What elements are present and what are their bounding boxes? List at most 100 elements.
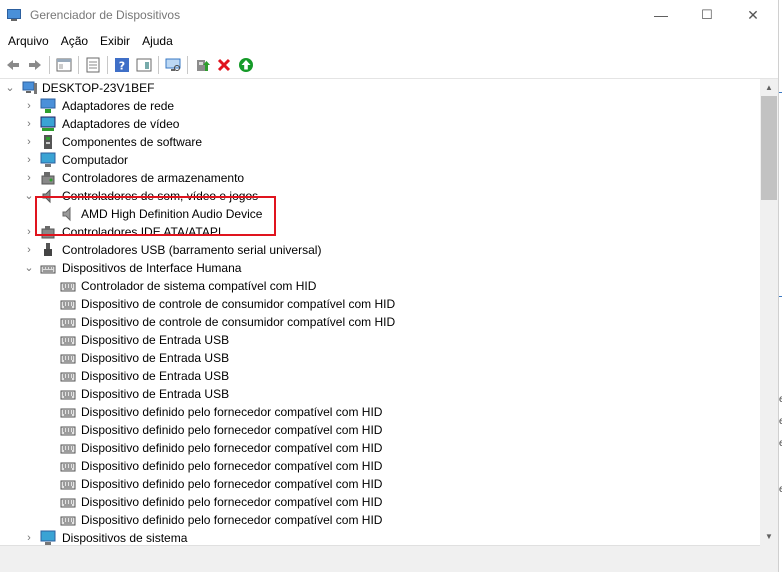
scan-hardware-icon[interactable]	[162, 54, 184, 76]
tree-device[interactable]: Dispositivo definido pelo fornecedor com…	[0, 439, 760, 457]
keyboard-icon	[60, 498, 76, 508]
forward-icon[interactable]	[24, 54, 46, 76]
toolbar: ?	[0, 52, 778, 79]
keyboard-icon	[60, 354, 76, 364]
tree-root[interactable]: ⌄ DESKTOP-23V1BEF	[0, 79, 760, 97]
computer-icon	[40, 152, 56, 167]
vertical-scrollbar[interactable]: ▲ ▼	[760, 79, 778, 545]
tree-device[interactable]: Dispositivo definido pelo fornecedor com…	[0, 457, 760, 475]
back-icon[interactable]	[2, 54, 24, 76]
hid-icon	[40, 265, 56, 274]
tree-device[interactable]: Dispositivo definido pelo fornecedor com…	[0, 421, 760, 439]
tree-device[interactable]: Controlador de sistema compatível com HI…	[0, 277, 760, 295]
tree-device[interactable]: Dispositivo definido pelo fornecedor com…	[0, 475, 760, 493]
tree-category-label: Componentes de software	[62, 135, 203, 149]
tree-device[interactable]: Dispositivo de Entrada USB	[0, 331, 760, 349]
tree-category-label: Dispositivos de Interface Humana	[62, 261, 242, 275]
chevron-right-icon[interactable]: ›	[23, 241, 35, 259]
tree-device[interactable]: Dispositivo definido pelo fornecedor com…	[0, 403, 760, 421]
tree-category[interactable]: › Adaptadores de vídeo	[0, 115, 760, 133]
tree-root-label: DESKTOP-23V1BEF	[42, 81, 155, 95]
keyboard-icon	[60, 318, 76, 328]
keyboard-icon	[60, 516, 76, 526]
tree-device[interactable]: Dispositivo de Entrada USB	[0, 385, 760, 403]
chevron-down-icon[interactable]: ⌄	[4, 79, 16, 97]
keyboard-icon	[60, 480, 76, 490]
chevron-right-icon[interactable]: ›	[23, 115, 35, 133]
tree-device-label: Dispositivo definido pelo fornecedor com…	[81, 459, 383, 473]
toolbar-separator	[78, 56, 79, 74]
tree-device-label: Dispositivo definido pelo fornecedor com…	[81, 405, 383, 419]
menu-acao[interactable]: Ação	[55, 30, 94, 52]
status-bar	[0, 562, 778, 572]
keyboard-icon	[60, 426, 76, 436]
chevron-right-icon[interactable]: ›	[23, 169, 35, 187]
menu-exibir[interactable]: Exibir	[94, 30, 136, 52]
keyboard-icon	[60, 282, 76, 292]
menu-arquivo[interactable]: Arquivo	[2, 30, 55, 52]
chevron-down-icon[interactable]: ⌄	[23, 259, 35, 277]
tree-device[interactable]: Dispositivo de controle de consumidor co…	[0, 295, 760, 313]
keyboard-icon	[60, 444, 76, 454]
toolbar-separator	[107, 56, 108, 74]
keyboard-icon	[60, 300, 76, 310]
computer-icon	[22, 81, 37, 94]
keyboard-icon	[60, 408, 76, 418]
enable-device-icon[interactable]	[235, 54, 257, 76]
chevron-right-icon[interactable]: ›	[23, 529, 35, 545]
tree-category-label: Controladores de armazenamento	[62, 171, 245, 185]
tree-device-label: Dispositivo de Entrada USB	[81, 333, 230, 347]
tree-device[interactable]: Dispositivo definido pelo fornecedor com…	[0, 493, 760, 511]
maximize-button[interactable]: ☐	[684, 0, 730, 30]
tree-device[interactable]: Dispositivo definido pelo fornecedor com…	[0, 511, 760, 529]
update-driver-icon[interactable]	[191, 54, 213, 76]
tree-category[interactable]: › Adaptadores de rede	[0, 97, 760, 115]
window-title: Gerenciador de Dispositivos	[30, 8, 181, 22]
tree-category[interactable]: › Computador	[0, 151, 760, 169]
chevron-right-icon[interactable]: ›	[23, 133, 35, 151]
scrollbar-thumb[interactable]	[761, 96, 777, 200]
chevron-down-icon[interactable]: ⌄	[23, 187, 35, 205]
svg-text:?: ?	[119, 60, 125, 73]
keyboard-icon	[60, 372, 76, 382]
close-button[interactable]: ✕	[730, 0, 776, 30]
tree-category[interactable]: › Controladores de armazenamento	[0, 169, 760, 187]
device-tree: ⌄ DESKTOP-23V1BEF › Adaptadores de rede …	[0, 79, 760, 545]
tree-device-label: Dispositivo definido pelo fornecedor com…	[81, 513, 383, 527]
tree-device-label: Controlador de sistema compatível com HI…	[81, 279, 317, 293]
uninstall-icon[interactable]	[213, 54, 235, 76]
chevron-right-icon[interactable]: ›	[23, 223, 35, 241]
system-device-icon	[40, 530, 56, 545]
minimize-button[interactable]: —	[638, 0, 684, 30]
tree-device-label: Dispositivo definido pelo fornecedor com…	[81, 477, 383, 491]
action-pane-icon[interactable]	[133, 54, 155, 76]
device-manager-window: Gerenciador de Dispositivos — ☐ ✕ Arquiv…	[0, 0, 778, 572]
tree-category-label: Adaptadores de vídeo	[62, 117, 180, 131]
toolbar-separator	[49, 56, 50, 74]
scroll-up-icon[interactable]: ▲	[760, 79, 778, 96]
chevron-right-icon[interactable]: ›	[23, 97, 35, 115]
tree-device[interactable]: Dispositivo de controle de consumidor co…	[0, 313, 760, 331]
show-hide-console-icon[interactable]	[53, 54, 75, 76]
tree-category[interactable]: › Controladores USB (barramento serial u…	[0, 241, 760, 259]
display-adapter-icon	[40, 116, 56, 131]
horizontal-scrollbar[interactable]	[0, 545, 760, 563]
tree-device-label: Dispositivo de controle de consumidor co…	[81, 315, 396, 329]
storage-controller-icon	[41, 172, 55, 185]
title-bar: Gerenciador de Dispositivos — ☐ ✕	[0, 0, 778, 30]
tree-device[interactable]: Dispositivo de Entrada USB	[0, 367, 760, 385]
chevron-right-icon[interactable]: ›	[23, 151, 35, 169]
tree-device[interactable]: Dispositivo de Entrada USB	[0, 349, 760, 367]
menu-ajuda[interactable]: Ajuda	[136, 30, 179, 52]
help-icon[interactable]: ?	[111, 54, 133, 76]
toolbar-separator	[158, 56, 159, 74]
tree-category-label: Dispositivos de sistema	[62, 531, 188, 545]
tree-category[interactable]: › Dispositivos de sistema	[0, 529, 760, 545]
tree-device-label: Dispositivo de Entrada USB	[81, 387, 230, 401]
scroll-down-icon[interactable]: ▼	[760, 528, 778, 545]
keyboard-icon	[60, 462, 76, 472]
tree-category-label: Adaptadores de rede	[62, 99, 175, 113]
tree-category-expanded[interactable]: ⌄ Dispositivos de Interface Humana	[0, 259, 760, 277]
properties-icon[interactable]	[82, 54, 104, 76]
tree-category[interactable]: › Componentes de software	[0, 133, 760, 151]
